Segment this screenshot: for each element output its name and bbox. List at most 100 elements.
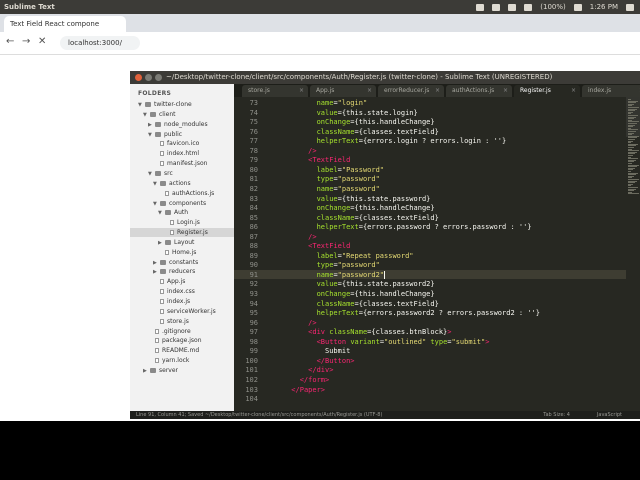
sidebar-folder[interactable]: ▼ src [130,169,234,178]
chevron-down-icon[interactable]: ▼ [143,111,150,120]
code-line[interactable]: value={this.state.password2} [266,280,435,288]
sidebar-folder[interactable]: ▼ components [130,199,234,208]
sidebar-file[interactable]: Home.js [130,248,234,257]
code-line[interactable]: className={classes.textField} [266,214,439,222]
sidebar-file[interactable]: .gitignore [130,327,234,336]
code-line[interactable]: value={this.state.login} [266,109,418,117]
volume-icon[interactable] [573,3,582,11]
code-area[interactable]: name="login" value={this.state.login} on… [266,97,626,411]
code-line[interactable]: </div> [266,366,333,374]
stop-loading-icon[interactable]: ✕ [38,36,46,47]
code-line[interactable]: helperText={errors.password ? errors.pas… [266,223,532,231]
code-line[interactable]: </Paper> [266,386,325,394]
sidebar-folder[interactable]: ▶ Layout [130,238,234,247]
close-tab-icon[interactable]: × [503,85,508,97]
chrome-icon[interactable] [476,3,485,11]
code-line[interactable]: /> [266,147,316,155]
back-arrow-icon[interactable]: ← [6,36,14,47]
sidebar-file[interactable]: Register.js [130,228,234,238]
code-line[interactable]: label="Password" [266,166,384,174]
chevron-down-icon[interactable]: ▼ [138,101,145,110]
code-line[interactable]: className={classes.textField} [266,300,439,308]
battery-icon[interactable] [524,3,533,11]
code-line[interactable]: </form> [266,376,330,384]
status-tab-size[interactable]: Tab Size: 4 [543,411,570,419]
chevron-down-icon[interactable]: ▼ [148,170,155,179]
code-line[interactable]: name="password" [266,185,380,193]
chevron-down-icon[interactable]: ▼ [158,209,165,218]
code-line[interactable]: value={this.state.password} [266,195,431,203]
sidebar-file[interactable]: App.js [130,277,234,286]
sidebar-file[interactable]: store.js [130,317,234,326]
code-line[interactable]: type="password" [266,175,380,183]
sidebar-folder[interactable]: ▼ public [130,130,234,139]
code-line[interactable]: onChange={this.handleChange} [266,204,435,212]
code-line[interactable]: <TextField [266,156,350,164]
chevron-right-icon[interactable]: ▶ [158,239,165,248]
sidebar-folder[interactable]: ▶ node_modules [130,120,234,129]
code-line[interactable]: type="password" [266,261,380,269]
code-line[interactable]: className={classes.textField} [266,128,439,136]
sidebar-folder[interactable]: ▶ server [130,366,234,375]
sidebar-file[interactable]: Login.js [130,218,234,227]
chevron-right-icon[interactable]: ▶ [153,259,160,268]
minimize-window-icon[interactable] [145,74,152,81]
sidebar-file[interactable]: index.js [130,297,234,306]
code-line[interactable]: <div className={classes.btnBlock}> [266,328,451,336]
chevron-down-icon[interactable]: ▼ [153,200,160,209]
address-bar[interactable]: localhost:3000/ [60,36,140,50]
chevron-right-icon[interactable]: ▶ [148,121,155,130]
sidebar-folder[interactable]: ▼ twitter-clone [130,100,234,109]
close-tab-icon[interactable]: × [299,85,304,97]
editor-tab[interactable]: store.js × [242,85,308,97]
keyboard-icon[interactable] [508,3,517,11]
code-line[interactable]: /> [266,319,316,327]
wifi-icon[interactable] [492,3,501,11]
sidebar-file[interactable]: manifest.json [130,159,234,168]
close-tab-icon[interactable]: × [571,85,576,97]
sidebar-file[interactable]: yarn.lock [130,356,234,365]
code-line[interactable]: </Button> [266,357,355,365]
code-line[interactable]: helperText={errors.password2 ? errors.pa… [266,309,540,317]
forward-arrow-icon[interactable]: → [22,36,30,47]
editor-tab[interactable]: errorReducer.js × [378,85,444,97]
maximize-window-icon[interactable] [155,74,162,81]
sidebar-folder[interactable]: ▶ reducers [130,267,234,276]
sidebar-file[interactable]: serviceWorker.js [130,307,234,316]
code-line[interactable]: <TextField [266,242,350,250]
sidebar-file[interactable]: README.md [130,346,234,355]
sidebar-folder[interactable]: ▼ Auth [130,208,234,217]
code-line[interactable]: name="login" [266,99,368,107]
code-line[interactable]: helperText={errors.login ? errors.login … [266,137,507,145]
sidebar-file[interactable]: favicon.ico [130,139,234,148]
editor-tab[interactable]: authActions.js × [446,85,512,97]
editor-tab[interactable]: index.js× [582,85,640,97]
close-tab-icon[interactable]: × [435,85,440,97]
sidebar-file[interactable]: package.json [130,336,234,345]
sidebar-file[interactable]: index.css [130,287,234,296]
editor-tab[interactable]: Register.js × [514,85,580,97]
code-line[interactable]: onChange={this.handleChange} [266,290,435,298]
sidebar-folder[interactable]: ▼ client [130,110,234,119]
settings-gear-icon[interactable] [626,3,634,11]
sidebar-folder[interactable]: ▶ constants [130,258,234,267]
minimap[interactable] [626,97,640,411]
status-syntax[interactable]: JavaScript [597,411,622,419]
chevron-right-icon[interactable]: ▶ [153,268,160,277]
code-line[interactable]: onChange={this.handleChange} [266,118,435,126]
sidebar-file[interactable]: authActions.js [130,189,234,198]
browser-tab[interactable]: Text Field React compone [4,16,126,32]
code-line[interactable]: label="Repeat password" [266,252,414,260]
code-line[interactable]: /> [266,233,316,241]
clock[interactable]: 1:26 PM [590,3,618,11]
code-line[interactable]: name="password2" [266,270,386,279]
code-line[interactable]: Submit [266,347,350,355]
editor-tab[interactable]: App.js × [310,85,376,97]
chevron-down-icon[interactable]: ▼ [148,131,155,140]
sidebar-folder[interactable]: ▼ actions [130,179,234,188]
chevron-right-icon[interactable]: ▶ [143,367,150,376]
close-tab-icon[interactable]: × [367,85,372,97]
sidebar-file[interactable]: index.html [130,149,234,158]
code-editor[interactable]: 73 74 75 76 77 78 79 80 81 82 83 84 85 86 87 88 89 90 91 92… [234,97,626,411]
chevron-down-icon[interactable]: ▼ [153,180,160,189]
